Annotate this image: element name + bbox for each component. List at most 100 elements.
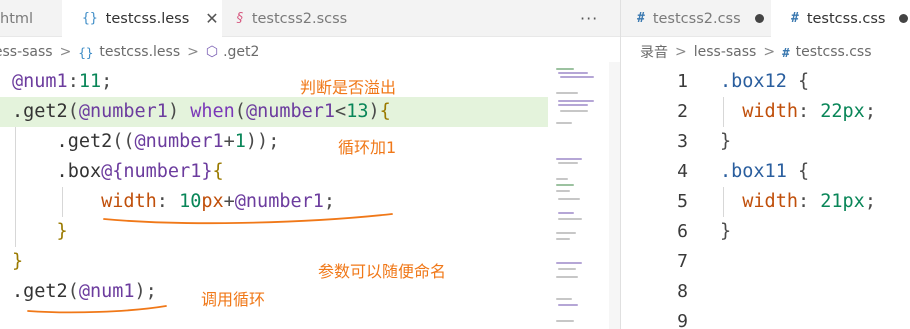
- tab-testcss2-css[interactable]: # testcss2.css: [621, 0, 771, 37]
- line-number: 6: [677, 221, 688, 242]
- code-line[interactable]: width: 22px;: [720, 97, 876, 127]
- line-number: 1: [677, 71, 688, 92]
- code-line[interactable]: width: 10px+@number1;: [12, 187, 335, 217]
- code-token: :: [156, 191, 180, 212]
- code-token: .box12: [720, 71, 787, 92]
- left-scrollbar[interactable]: [609, 62, 620, 329]
- code-line[interactable]: @num1:11;: [12, 67, 112, 97]
- modified-dot-icon[interactable]: [754, 14, 764, 23]
- code-token: @number1: [78, 101, 168, 122]
- line-number: 5: [677, 191, 688, 212]
- code-token: +: [223, 191, 235, 212]
- tab-label: testcss2.scss: [251, 10, 348, 27]
- left-breadcrumb: less-sass > {} testcss.less > ⬡ .get2: [0, 40, 259, 64]
- breadcrumb-folder[interactable]: less-sass: [694, 44, 757, 60]
- modified-dot-icon[interactable]: [899, 14, 909, 23]
- code-token: {: [786, 71, 810, 92]
- breadcrumb-symbol[interactable]: .get2: [223, 44, 259, 60]
- code-token: ;: [323, 191, 336, 212]
- more-actions-icon[interactable]: ···: [580, 9, 598, 28]
- code-token: ): [167, 101, 191, 122]
- code-token: <: [335, 101, 347, 122]
- code-token: 13: [346, 101, 369, 122]
- code-line[interactable]: }: [12, 247, 23, 277]
- breadcrumb-folder[interactable]: less-sass: [0, 44, 53, 60]
- code-token: );: [134, 281, 157, 302]
- editor-split-divider[interactable]: [620, 0, 621, 329]
- annotation-loop-add: 循环加1: [338, 138, 397, 157]
- line-number: 3: [677, 131, 688, 152]
- code-token: @{number1}: [101, 161, 213, 182]
- tab-testcss2-scss[interactable]: § testcss2.scss: [222, 0, 382, 37]
- code-token: 10: [179, 191, 202, 212]
- tab-label: html: [0, 10, 34, 27]
- tab-label: testcss2.css: [652, 10, 741, 27]
- code-line[interactable]: .box12 {: [720, 67, 809, 97]
- minimap[interactable]: [552, 62, 604, 329]
- code-token: ): [368, 101, 380, 122]
- code-token: @num1: [12, 71, 68, 92]
- code-token: @number1: [234, 191, 324, 212]
- scss-icon: §: [236, 11, 244, 26]
- code-token: 21px: [820, 191, 865, 212]
- tab-testcss-less[interactable]: {} testcss.less ✕: [62, 0, 222, 37]
- line-number: 9: [677, 311, 688, 329]
- code-token: +: [223, 131, 235, 152]
- code-token: @num1: [78, 281, 135, 302]
- code-token: 1: [234, 131, 246, 152]
- code-token: .get2: [12, 281, 68, 302]
- code-token: (: [67, 101, 79, 122]
- annotation-param-name: 参数可以随便命名: [318, 262, 447, 281]
- chevron-right-icon: >: [675, 44, 687, 60]
- code-line[interactable]: }: [720, 127, 731, 157]
- less-braces-icon: {}: [82, 11, 98, 26]
- chevron-right-icon: >: [187, 44, 199, 60]
- code-token: :: [797, 101, 821, 122]
- tab-html[interactable]: html: [0, 0, 60, 37]
- code-token: }: [720, 131, 732, 152]
- code-line[interactable]: }: [720, 217, 731, 247]
- code-line[interactable]: .box11 {: [720, 157, 809, 187]
- code-line[interactable]: .box@{number1}{: [12, 157, 224, 187]
- line-number: 2: [677, 101, 688, 122]
- line-number: 8: [677, 281, 688, 302]
- chevron-right-icon: >: [763, 44, 776, 60]
- code-token: (: [67, 281, 79, 302]
- breadcrumb-file[interactable]: testcss.css: [796, 44, 872, 60]
- breadcrumb-file[interactable]: testcss.less: [99, 44, 180, 60]
- css-hash-icon: #: [782, 44, 790, 60]
- annotation-overflow: 判断是否溢出: [300, 78, 397, 97]
- code-token: ;: [864, 191, 876, 212]
- code-token: ));: [245, 131, 280, 152]
- line-number: 4: [677, 161, 688, 182]
- code-line[interactable]: width: 21px;: [720, 187, 876, 217]
- code-token: .get2: [12, 131, 113, 152]
- code-token: 22px: [820, 101, 865, 122]
- chevron-right-icon: >: [59, 44, 72, 60]
- tab-testcss-css[interactable]: # testcss.css: [771, 0, 910, 37]
- code-line[interactable]: .get2(@number1) when(@number1<13){: [12, 97, 391, 127]
- code-line[interactable]: .get2(@num1);: [12, 277, 157, 307]
- code-token: @number1: [245, 101, 336, 122]
- line-number: 7: [677, 251, 688, 272]
- code-line[interactable]: .get2((@number1+1));: [12, 127, 280, 157]
- tab-label: testcss.css: [806, 10, 886, 27]
- code-token: :: [67, 71, 79, 92]
- code-token: ;: [864, 101, 876, 122]
- code-token: ;: [101, 71, 113, 92]
- cube-symbol-icon: ⬡: [205, 44, 219, 60]
- code-token: width: [12, 191, 157, 212]
- code-token: {: [212, 161, 224, 182]
- code-token: }: [12, 221, 68, 242]
- annotation-call-loop: 调用循环: [201, 290, 266, 309]
- code-token: (: [234, 101, 246, 122]
- right-tab-bar: # testcss2.css # testcss.css: [621, 0, 910, 37]
- tab-label: testcss.less: [105, 10, 190, 27]
- code-token: }: [12, 251, 24, 272]
- code-token: 11: [78, 71, 102, 92]
- close-icon[interactable]: ✕: [205, 9, 218, 28]
- code-token: px: [201, 191, 224, 212]
- breadcrumb-folder[interactable]: 录音: [640, 42, 668, 62]
- code-line[interactable]: }: [12, 217, 68, 247]
- code-token: .box11: [720, 161, 787, 182]
